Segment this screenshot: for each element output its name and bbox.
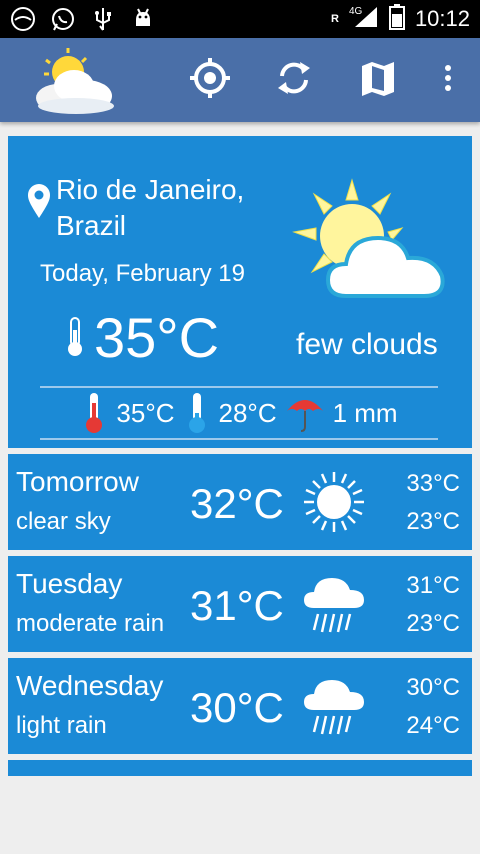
forecast-description: light rain <box>16 712 107 739</box>
forecast-max-temp: 30°C <box>406 674 460 701</box>
android-icon <box>130 6 156 32</box>
forecast-temperature: 30°C <box>190 684 284 731</box>
map-button[interactable] <box>354 56 402 104</box>
overflow-menu-button[interactable] <box>424 56 472 104</box>
locate-button[interactable] <box>186 56 234 104</box>
current-description: few clouds <box>296 328 438 361</box>
thermometer-low-icon <box>183 391 211 435</box>
refresh-icon <box>274 58 314 103</box>
sun-cloud-icon <box>284 176 454 302</box>
forecast-description: moderate rain <box>16 610 165 637</box>
forecast-temperature: 31°C <box>190 582 284 629</box>
refresh-button[interactable] <box>270 56 318 104</box>
locate-icon <box>188 56 232 105</box>
app-logo-sun-cloud-icon <box>28 44 120 116</box>
forecast-day-name: Tuesday <box>16 568 123 599</box>
battery-icon <box>388 3 405 35</box>
forecast-day-name: Tomorrow <box>16 466 139 497</box>
current-weather-card[interactable]: Rio de Janeiro, Brazil Today, February 1… <box>8 136 472 448</box>
forecast-max-temp: 31°C <box>406 572 460 599</box>
forecast-min-temp: 24°C <box>406 712 460 739</box>
forecast-description: clear sky <box>16 508 111 535</box>
rain-cloud-icon <box>302 674 366 738</box>
current-date: Today, February 19 <box>40 260 245 287</box>
high-temperature: 35°C <box>116 397 175 428</box>
forecast-max-temp: 33°C <box>406 470 460 497</box>
app-bar <box>0 38 480 122</box>
usb-icon <box>90 6 116 32</box>
clock: 10:12 <box>414 6 470 31</box>
current-temperature: 35°C <box>94 306 220 369</box>
forecast-day-card[interactable]: Tomorrow clear sky 32°C 33°C 23°C <box>8 454 472 550</box>
umbrella-icon <box>285 391 325 435</box>
thermometer-high-icon <box>80 391 108 435</box>
whatsapp-icon <box>50 6 76 32</box>
rain-amount: 1 mm <box>332 397 398 428</box>
overflow-menu-icon <box>443 63 453 98</box>
low-temperature: 28°C <box>218 397 277 428</box>
forecast-min-temp: 23°C <box>406 508 460 535</box>
sun-icon <box>302 470 366 534</box>
current-stats-row: 35°C 28°C 1 mm <box>40 386 438 440</box>
map-icon <box>358 58 398 103</box>
forecast-temperature: 32°C <box>190 480 284 527</box>
forecast-min-temp: 23°C <box>406 610 460 637</box>
thermometer-icon <box>64 316 86 358</box>
forecast-day-card-partial[interactable] <box>8 760 472 776</box>
roaming-indicator: R <box>330 13 339 25</box>
location-pin-icon <box>26 182 52 220</box>
app-icon <box>10 6 36 32</box>
city-name: Rio de Janeiro, Brazil <box>56 174 245 241</box>
forecast-day-card[interactable]: Wednesday light rain 30°C 30°C 24°C <box>8 658 472 754</box>
signal-icon: 4G <box>349 5 379 34</box>
forecast-day-name: Wednesday <box>16 670 164 701</box>
svg-text:4G: 4G <box>349 6 363 17</box>
status-bar: R 4G 10:12 <box>0 0 480 38</box>
rain-cloud-icon <box>302 572 366 636</box>
forecast-day-card[interactable]: Tuesday moderate rain 31°C 31°C 23°C <box>8 556 472 652</box>
